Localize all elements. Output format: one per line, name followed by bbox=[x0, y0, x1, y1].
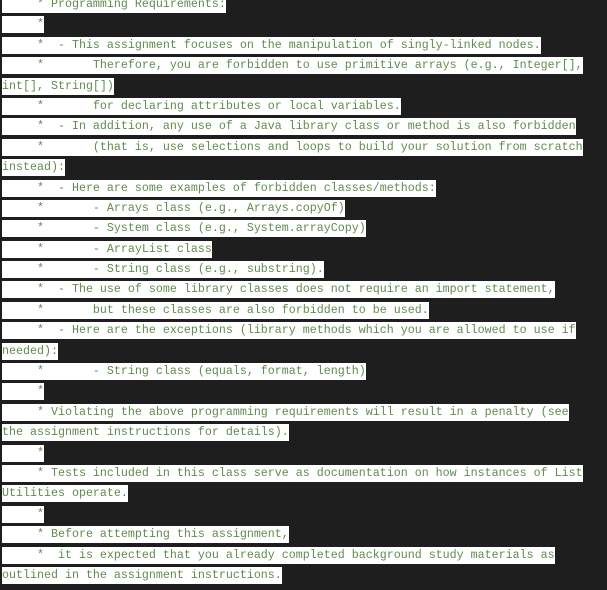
code-line[interactable]: * Violating the above programming requir… bbox=[2, 402, 583, 422]
selected-text: * - String class (e.g., substring). bbox=[2, 261, 324, 279]
selected-text: Utilities operate. bbox=[2, 485, 128, 503]
selected-text: * bbox=[2, 16, 44, 34]
selected-text: * Violating the above programming requir… bbox=[2, 403, 569, 421]
code-line[interactable]: * for declaring attributes or local vari… bbox=[2, 96, 583, 116]
code-line[interactable]: * - Here are the exceptions (library met… bbox=[2, 320, 583, 340]
selected-text: * - System class (e.g., System.arrayCopy… bbox=[2, 220, 366, 238]
selected-text: needed): bbox=[2, 342, 58, 360]
selected-text: the assignment instructions for details)… bbox=[2, 424, 289, 442]
selected-text: * Therefore, you are forbidden to use pr… bbox=[2, 57, 583, 75]
selected-text: * - Here are the exceptions (library met… bbox=[2, 322, 576, 340]
code-line[interactable]: needed): bbox=[2, 341, 583, 361]
code-line[interactable]: * Before attempting this assignment, bbox=[2, 524, 583, 544]
selected-text: * - The use of some library classes does… bbox=[2, 281, 555, 299]
selected-text: * Before attempting this assignment, bbox=[2, 526, 289, 544]
code-line[interactable]: * Programming Requirements: bbox=[2, 0, 583, 14]
code-line[interactable]: int[], String[]) bbox=[2, 76, 583, 96]
selected-text: * it is expected that you already comple… bbox=[2, 546, 555, 564]
selected-text: * for declaring attributes or local vari… bbox=[2, 97, 401, 115]
code-line[interactable]: * bbox=[2, 381, 583, 401]
code-line[interactable]: * Tests included in this class serve as … bbox=[2, 463, 583, 483]
code-line[interactable]: * - ArrayList class bbox=[2, 239, 583, 259]
code-line[interactable]: * - System class (e.g., System.arrayCopy… bbox=[2, 218, 583, 238]
selected-text: outlined in the assignment instructions. bbox=[2, 566, 282, 584]
selected-text: * - In addition, any use of a Java libra… bbox=[2, 118, 576, 136]
selected-text: * Tests included in this class serve as … bbox=[2, 464, 583, 482]
selected-text: * bbox=[2, 444, 44, 462]
code-line[interactable]: * it is expected that you already comple… bbox=[2, 545, 583, 565]
code-line[interactable]: * (that is, use selections and loops to … bbox=[2, 137, 583, 157]
selected-text: * - Here are some examples of forbidden … bbox=[2, 179, 436, 197]
selected-text: int[], String[]) bbox=[2, 77, 114, 95]
code-line[interactable]: instead): bbox=[2, 157, 583, 177]
code-line[interactable]: * - Here are some examples of forbidden … bbox=[2, 178, 583, 198]
code-line[interactable]: * Therefore, you are forbidden to use pr… bbox=[2, 55, 583, 75]
code-line[interactable]: Utilities operate. bbox=[2, 483, 583, 503]
code-line[interactable]: * bbox=[2, 443, 583, 463]
selected-text: * (that is, use selections and loops to … bbox=[2, 138, 583, 156]
code-line[interactable]: * bbox=[2, 14, 583, 34]
code-line[interactable]: * - String class (e.g., substring). bbox=[2, 259, 583, 279]
code-line[interactable]: * - Arrays class (e.g., Arrays.copyOf) bbox=[2, 198, 583, 218]
code-line[interactable]: * but these classes are also forbidden t… bbox=[2, 300, 583, 320]
code-line[interactable]: * - String class (equals, format, length… bbox=[2, 361, 583, 381]
selected-text: * bbox=[2, 383, 44, 401]
code-line[interactable]: * - In addition, any use of a Java libra… bbox=[2, 116, 583, 136]
selected-text: * - This assignment focuses on the manip… bbox=[2, 36, 541, 54]
code-line[interactable]: * bbox=[2, 504, 583, 524]
selected-text: * Programming Requirements: bbox=[2, 0, 226, 13]
code-line[interactable]: outlined in the assignment instructions. bbox=[2, 565, 583, 585]
selected-text: instead): bbox=[2, 159, 65, 177]
selected-text: * - String class (equals, format, length… bbox=[2, 363, 366, 381]
selected-text: * bbox=[2, 505, 44, 523]
code-line[interactable]: the assignment instructions for details)… bbox=[2, 422, 583, 442]
code-line[interactable]: * - This assignment focuses on the manip… bbox=[2, 35, 583, 55]
selected-text: * - ArrayList class bbox=[2, 240, 212, 258]
code-editor-selection[interactable]: * Programming Requirements: * * - This a… bbox=[2, 0, 583, 585]
code-line[interactable]: * - The use of some library classes does… bbox=[2, 279, 583, 299]
selected-text: * but these classes are also forbidden t… bbox=[2, 301, 429, 319]
selected-text: * - Arrays class (e.g., Arrays.copyOf) bbox=[2, 199, 345, 217]
